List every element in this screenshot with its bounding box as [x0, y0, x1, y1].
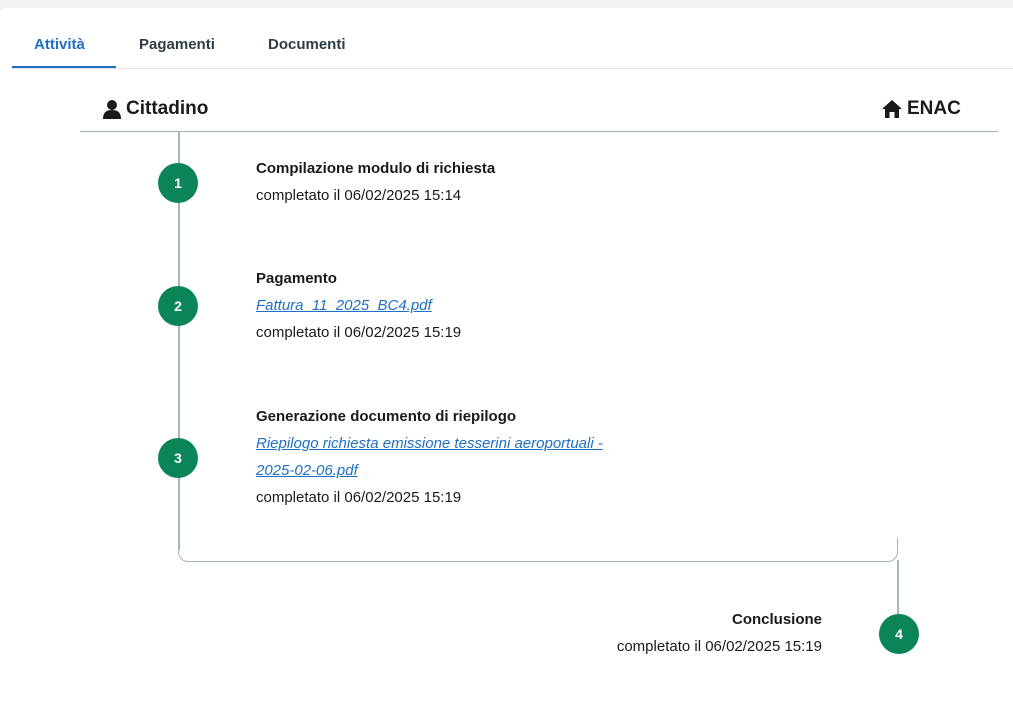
- summary-pdf-link[interactable]: Riepilogo richiesta emissione tesserini …: [256, 430, 603, 484]
- active-tab-indicator: [12, 66, 116, 68]
- step-1-badge: 1: [158, 163, 198, 203]
- step-1-title: Compilazione modulo di richiesta: [256, 160, 496, 177]
- home-icon: [881, 99, 903, 119]
- tab-documenti[interactable]: Documenti: [268, 36, 346, 53]
- step-4-badge: 4: [879, 614, 919, 654]
- summary-pdf-link-line2: 2025-02-06.pdf: [256, 462, 358, 479]
- tab-pagamenti[interactable]: Pagamenti: [139, 36, 215, 53]
- actor-cittadino: Cittadino: [102, 98, 208, 120]
- step-3-title: Generazione documento di riepilogo: [256, 408, 517, 425]
- step-2-badge: 2: [158, 286, 198, 326]
- summary-pdf-link-line1: Riepilogo richiesta emissione tesserini …: [256, 435, 603, 452]
- step-1: Compilazione modulo di richiesta complet…: [256, 155, 495, 209]
- header-divider: [80, 131, 998, 132]
- step-3-number: 3: [174, 450, 182, 466]
- timeline-connector: [178, 538, 898, 562]
- step-3-status: completato il 06/02/2025 15:19: [256, 489, 462, 506]
- step-4-number: 4: [895, 626, 903, 642]
- step-4-title: Conclusione: [731, 611, 822, 628]
- step-2: Pagamento Fattura_11_2025_BC4.pdf comple…: [256, 265, 461, 346]
- activity-panel: Attività Pagamenti Documenti Cittadino E…: [0, 8, 1013, 708]
- step-1-status: completato il 06/02/2025 15:14: [256, 187, 462, 204]
- tab-attivita[interactable]: Attività: [34, 36, 85, 53]
- invoice-pdf-link[interactable]: Fattura_11_2025_BC4.pdf: [256, 292, 461, 319]
- step-1-number: 1: [174, 175, 182, 191]
- step-3: Generazione documento di riepilogo Riepi…: [256, 403, 603, 511]
- actor-enac: ENAC: [881, 98, 961, 120]
- step-2-title: Pagamento: [256, 270, 337, 287]
- actor-cittadino-label: Cittadino: [126, 98, 209, 119]
- step-3-badge: 3: [158, 438, 198, 478]
- tab-bar: Attività Pagamenti Documenti: [12, 8, 1013, 69]
- step-4-status: completato il 06/02/2025 15:19: [616, 638, 822, 655]
- step-2-number: 2: [174, 298, 182, 314]
- actor-enac-label: ENAC: [907, 98, 961, 119]
- step-2-status: completato il 06/02/2025 15:19: [256, 324, 462, 341]
- step-4: Conclusione completato il 06/02/2025 15:…: [617, 606, 822, 660]
- user-icon: [102, 99, 122, 119]
